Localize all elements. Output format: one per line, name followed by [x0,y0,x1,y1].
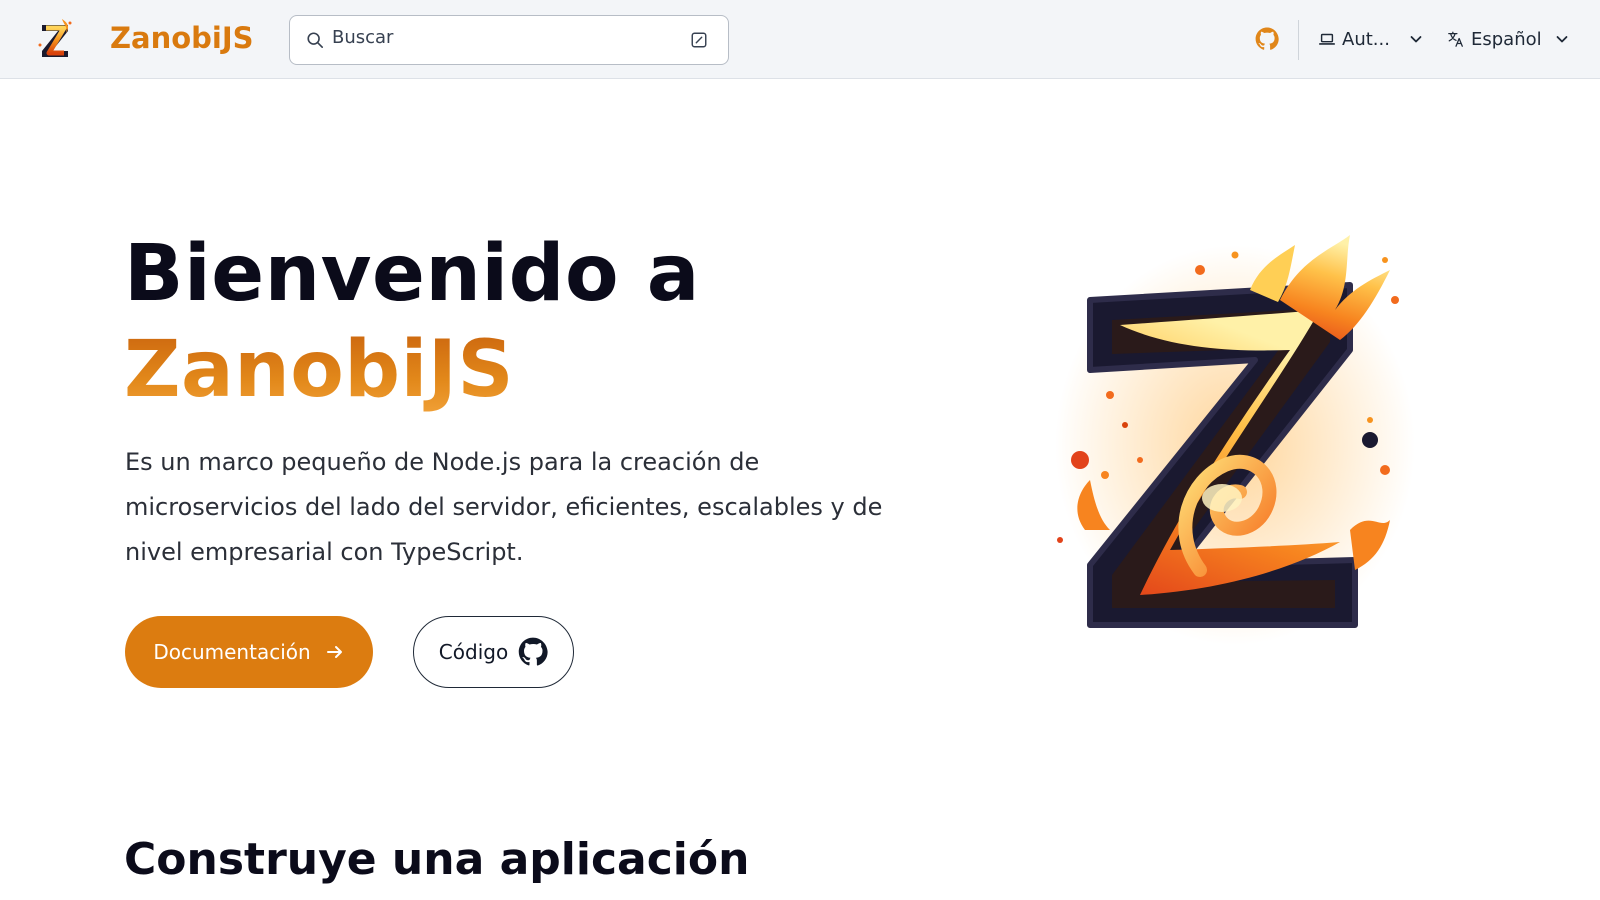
hero-title-line1: Bienvenido a [124,229,700,319]
language-label: Español [1471,28,1542,50]
source-code-button-label: Código [438,640,509,664]
documentation-button[interactable]: Documentación [125,616,373,688]
zanobijs-hero-logo [1055,235,1415,645]
keyboard-shortcut-icon [691,32,707,48]
section-title: Construye una aplicación [124,834,750,885]
hero-title: Bienvenido a ZanobiJS [124,226,944,418]
search-icon [307,32,324,49]
search-box[interactable]: Buscar [289,15,729,65]
chevron-down-icon [1556,36,1568,43]
translate-icon [1448,31,1463,47]
brand-link[interactable]: ZanobiJS [32,14,254,64]
language-selector[interactable]: Español [1447,24,1570,54]
hero-description: Es un marco pequeño de Node.js para la c… [125,448,883,566]
chevron-down-icon [1410,36,1422,43]
github-icon [518,637,548,666]
github-icon[interactable] [1255,27,1279,51]
laptop-icon [1318,33,1336,45]
zanobijs-logo-icon [38,19,72,57]
appearance-selector[interactable]: Aut... [1318,24,1424,54]
hero-title-brand: ZanobiJS [124,322,944,418]
search-placeholder: Buscar [332,27,394,48]
brand-name: ZanobiJS [110,21,254,55]
navbar-divider [1298,20,1299,60]
source-code-button[interactable]: Código [413,616,574,688]
arrow-right-icon [326,646,342,658]
top-navbar: ZanobiJS Buscar Aut... Español [0,0,1600,79]
appearance-label: Aut... [1342,28,1390,50]
documentation-button-label: Documentación [153,640,311,664]
